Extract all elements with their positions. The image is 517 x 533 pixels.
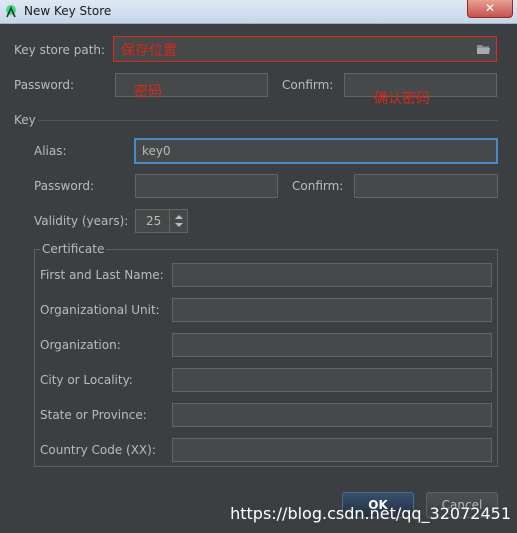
first-last-name-label: First and Last Name:	[40, 268, 164, 282]
keystore-password-label: Password:	[14, 78, 75, 92]
key-section-label: Key	[14, 113, 36, 127]
organizational-unit-label: Organizational Unit:	[40, 303, 160, 317]
close-icon: ✕	[484, 1, 496, 15]
first-last-name-input[interactable]	[172, 263, 492, 287]
spinner-arrows[interactable]	[169, 210, 187, 232]
country-code-label: Country Code (XX):	[40, 443, 156, 457]
window-title: New Key Store	[24, 4, 112, 18]
folder-icon[interactable]	[476, 43, 491, 55]
organization-input[interactable]	[172, 333, 492, 357]
key-password-label: Password:	[34, 179, 95, 193]
validity-spinner[interactable]: 25	[135, 209, 188, 233]
section-divider	[38, 120, 498, 121]
key-store-path-label: Key store path:	[14, 43, 106, 57]
organization-label: Organization:	[40, 338, 121, 352]
keystore-confirm-label: Confirm:	[282, 78, 334, 92]
confirm-annotation: 确认密码	[374, 91, 430, 107]
state-province-label: State or Province:	[40, 408, 147, 422]
watermark-text: https://blog.csdn.net/qq_32072451	[230, 504, 511, 523]
city-locality-input[interactable]	[172, 368, 492, 392]
key-confirm-label: Confirm:	[292, 179, 344, 193]
alias-label: Alias:	[34, 144, 67, 158]
state-province-input[interactable]	[172, 403, 492, 427]
key-password-input[interactable]	[135, 174, 278, 198]
validity-value: 25	[146, 214, 162, 228]
up-down-arrows-icon	[175, 215, 183, 227]
title-bar: New Key Store ✕	[0, 0, 517, 24]
android-studio-icon	[6, 5, 16, 18]
password-annotation: 密码	[134, 84, 162, 100]
organizational-unit-input[interactable]	[172, 298, 492, 322]
certificate-title: Certificate	[40, 242, 107, 256]
path-annotation: 保存位置	[121, 43, 177, 59]
validity-label: Validity (years):	[34, 214, 129, 228]
close-button[interactable]: ✕	[467, 0, 513, 18]
key-confirm-input[interactable]	[354, 174, 498, 198]
city-locality-label: City or Locality:	[40, 373, 133, 387]
country-code-input[interactable]	[172, 438, 492, 462]
alias-input[interactable]: key0	[134, 138, 498, 164]
